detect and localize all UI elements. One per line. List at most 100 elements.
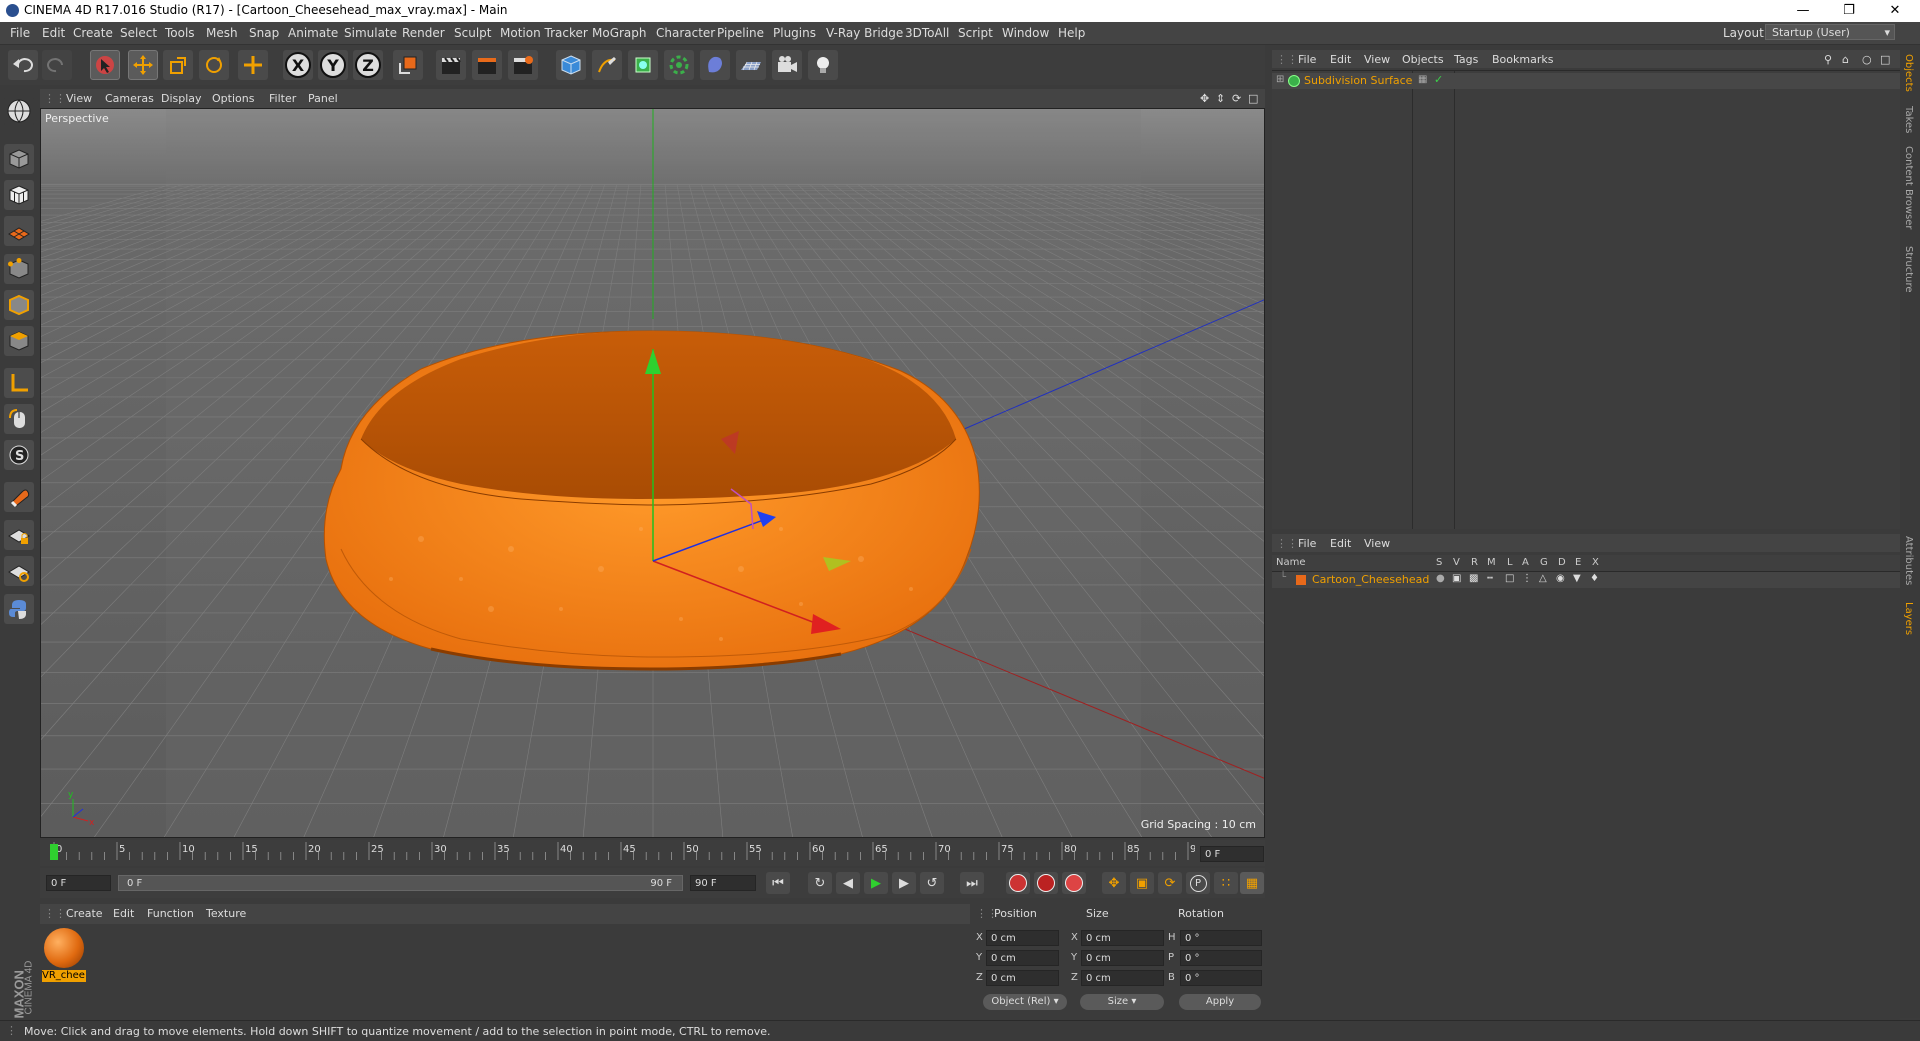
pos-y-field[interactable]: 0 cm xyxy=(986,950,1059,966)
layer-view-toggle[interactable]: ▣ xyxy=(1452,573,1461,584)
undo-button[interactable] xyxy=(8,50,38,80)
model-mode-button[interactable] xyxy=(4,144,34,174)
axis-mode-button[interactable] xyxy=(4,368,34,398)
enabled-check-icon[interactable]: ✓ xyxy=(1434,73,1443,86)
object-menu-bookmarks[interactable]: Bookmarks xyxy=(1492,53,1553,66)
menu-simulate[interactable]: Simulate xyxy=(344,26,397,40)
python-button[interactable] xyxy=(4,594,34,624)
layer-menu-file[interactable]: File xyxy=(1298,537,1316,550)
layer-solo-toggle[interactable]: ● xyxy=(1436,573,1445,584)
layer-deformers-toggle[interactable]: ◉ xyxy=(1556,573,1565,584)
play-button[interactable]: ▶ xyxy=(864,872,888,894)
current-frame-field[interactable]: 0 F xyxy=(1200,846,1264,862)
viewport-maximize-icon[interactable]: □ xyxy=(1248,92,1258,105)
lock-workplane-button[interactable] xyxy=(4,520,34,550)
goto-start-button[interactable]: ⏮ xyxy=(766,872,790,894)
key-parameter-button[interactable]: P xyxy=(1186,872,1210,894)
object-row[interactable]: ⊞ Subdivision Surface ▦ ✓ xyxy=(1272,73,1900,89)
pos-x-field[interactable]: 0 cm xyxy=(986,930,1059,946)
object-menu-view[interactable]: View xyxy=(1364,53,1390,66)
layer-xref-toggle[interactable]: ♦ xyxy=(1590,573,1599,584)
rot-h-field[interactable]: 0 ° xyxy=(1180,930,1262,946)
menu-pipeline[interactable]: Pipeline xyxy=(717,26,764,40)
apply-button[interactable]: Apply xyxy=(1179,994,1261,1010)
menu-create[interactable]: Create xyxy=(73,26,113,40)
material-menu-edit[interactable]: Edit xyxy=(113,907,134,920)
viewport-menu-panel[interactable]: Panel xyxy=(308,92,338,105)
z-axis-button[interactable]: Z xyxy=(353,50,383,80)
tab-structure[interactable]: Structure xyxy=(1903,246,1914,293)
viewport-menu-filter[interactable]: Filter xyxy=(269,92,296,105)
timeline-layout-button[interactable]: ▦ xyxy=(1240,872,1264,894)
render-view-button[interactable] xyxy=(436,50,466,80)
key-position-button[interactable]: ✥ xyxy=(1102,872,1126,894)
menu-script[interactable]: Script xyxy=(958,26,993,40)
rot-p-field[interactable]: 0 ° xyxy=(1180,950,1262,966)
viewport-menu-display[interactable]: Display xyxy=(161,92,202,105)
menu-sculpt[interactable]: Sculpt xyxy=(454,26,491,40)
coordinate-mode-dropdown[interactable]: Object (Rel) ▾ xyxy=(983,994,1067,1010)
menu-snap[interactable]: Snap xyxy=(249,26,279,40)
menu-select[interactable]: Select xyxy=(120,26,157,40)
add-cube-button[interactable] xyxy=(556,50,586,80)
rotate-tool-button[interactable] xyxy=(199,50,229,80)
minimize-icon[interactable]: — xyxy=(1780,0,1826,22)
search-icon[interactable]: ⚲ xyxy=(1824,53,1832,66)
viewport-zoom-icon[interactable]: ⇕ xyxy=(1216,92,1225,105)
expand-icon[interactable]: ⊞ xyxy=(1276,74,1284,85)
planar-workplane-button[interactable] xyxy=(4,556,34,586)
layer-expressions-toggle[interactable]: ▼ xyxy=(1573,573,1581,584)
next-key-button[interactable]: ↺ xyxy=(920,872,944,894)
layout-select[interactable]: Startup (User) ▾ xyxy=(1765,24,1895,40)
tab-content-browser[interactable]: Content Browser xyxy=(1903,146,1914,229)
add-camera-button[interactable] xyxy=(772,50,802,80)
tab-objects[interactable]: Objects xyxy=(1903,54,1914,92)
previous-key-button[interactable]: ↻ xyxy=(808,872,832,894)
edges-mode-button[interactable] xyxy=(4,290,34,320)
texture-mode-button[interactable] xyxy=(4,180,34,210)
layer-menu-view[interactable]: View xyxy=(1364,537,1390,550)
workplane-button[interactable] xyxy=(4,216,34,246)
tab-layers[interactable]: Layers xyxy=(1903,602,1914,635)
key-pla-button[interactable]: ∷ xyxy=(1214,872,1238,894)
live-selection-button[interactable] xyxy=(90,50,120,80)
object-menu-tags[interactable]: Tags xyxy=(1454,53,1478,66)
add-deformer-button[interactable] xyxy=(700,50,730,80)
menu-file[interactable]: File xyxy=(10,26,30,40)
menu-render[interactable]: Render xyxy=(402,26,445,40)
layer-row[interactable]: └ Cartoon_Cheesehead ● ▣ ▩ ┅ □ ⋮ △ ◉ ▼ ♦ xyxy=(1272,572,1900,588)
tab-attributes[interactable]: Attributes xyxy=(1903,536,1914,585)
viewport-menu-options[interactable]: Options xyxy=(212,92,254,105)
add-spline-button[interactable] xyxy=(592,50,622,80)
close-icon[interactable]: ✕ xyxy=(1872,0,1918,22)
transform-tool-button[interactable] xyxy=(238,50,268,80)
polygons-mode-button[interactable] xyxy=(4,326,34,356)
playhead[interactable] xyxy=(50,844,58,860)
next-frame-button[interactable]: ▶ xyxy=(892,872,916,894)
start-frame-field[interactable]: 0 F xyxy=(46,875,111,891)
menu-character[interactable]: Character xyxy=(656,26,715,40)
restore-icon[interactable]: ❐ xyxy=(1826,0,1872,22)
pos-z-field[interactable]: 0 cm xyxy=(986,970,1059,986)
rot-b-field[interactable]: 0 ° xyxy=(1180,970,1262,986)
keyframe-selection-button[interactable] xyxy=(1062,872,1086,894)
previous-frame-button[interactable]: ◀ xyxy=(836,872,860,894)
material-item[interactable]: VR_chee xyxy=(40,924,90,986)
layer-render-toggle[interactable]: ▩ xyxy=(1469,573,1478,584)
render-to-picture-viewer-button[interactable] xyxy=(472,50,502,80)
record-button[interactable] xyxy=(1006,872,1030,894)
solo-button[interactable]: S xyxy=(4,440,34,470)
autokey-button[interactable] xyxy=(1034,872,1058,894)
viewport-menu-cameras[interactable]: Cameras xyxy=(105,92,154,105)
object-menu-objects[interactable]: Objects xyxy=(1402,53,1444,66)
edit-visibility-icon[interactable]: ▦ xyxy=(1418,74,1427,85)
menu-3dtoall[interactable]: 3DToAll xyxy=(905,26,949,40)
scale-tool-button[interactable] xyxy=(163,50,193,80)
tweak-mode-button[interactable] xyxy=(4,404,34,434)
object-menu-edit[interactable]: Edit xyxy=(1330,53,1351,66)
goto-end-button[interactable]: ⏭ xyxy=(960,872,984,894)
layer-menu-edit[interactable]: Edit xyxy=(1330,537,1351,550)
cartoon-cheesehead-mesh[interactable] xyxy=(323,330,980,671)
viewport-move-icon[interactable]: ✥ xyxy=(1200,92,1209,105)
layer-color-swatch[interactable] xyxy=(1296,575,1306,585)
